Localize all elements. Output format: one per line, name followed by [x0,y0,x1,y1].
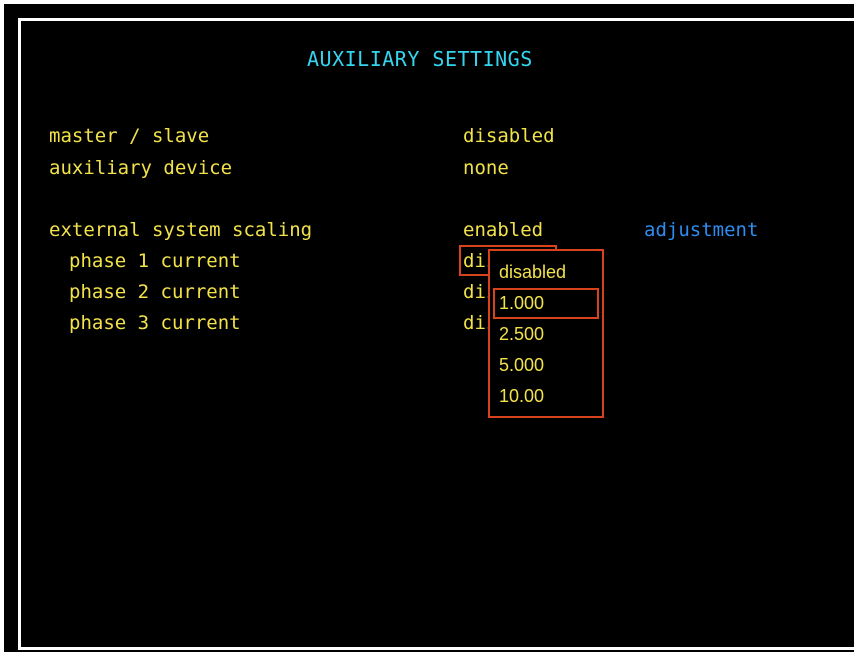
setting-label-phase-1-current: phase 1 current [69,250,241,272]
dropdown-option-5000[interactable]: 5.000 [499,354,544,376]
dropdown-option-disabled[interactable]: disabled [499,261,566,283]
setting-label-external-system-scaling: external system scaling [49,219,313,241]
screen-panel [18,18,854,650]
page-title: AUXILIARY SETTINGS [307,47,533,71]
setting-value-external-system-scaling[interactable]: enabled [463,219,543,241]
setting-value-auxiliary-device[interactable]: none [463,157,509,179]
setting-value-master-slave[interactable]: disabled [463,125,555,147]
dropdown-option-1000-b[interactable]: 10.00 [499,385,544,407]
dropdown-option-1000[interactable]: 1.000 [499,292,544,314]
adjustment-link[interactable]: adjustment [644,219,758,241]
setting-label-phase-2-current: phase 2 current [69,281,241,303]
setting-label-phase-3-current: phase 3 current [69,312,241,334]
dropdown-option-2500[interactable]: 2.500 [499,323,544,345]
setting-label-auxiliary-device: auxiliary device [49,157,233,179]
setting-label-master-slave: master / slave [49,125,210,147]
phase-1-dropdown-list[interactable]: disabled 1.000 2.500 5.000 10.00 [488,249,604,418]
